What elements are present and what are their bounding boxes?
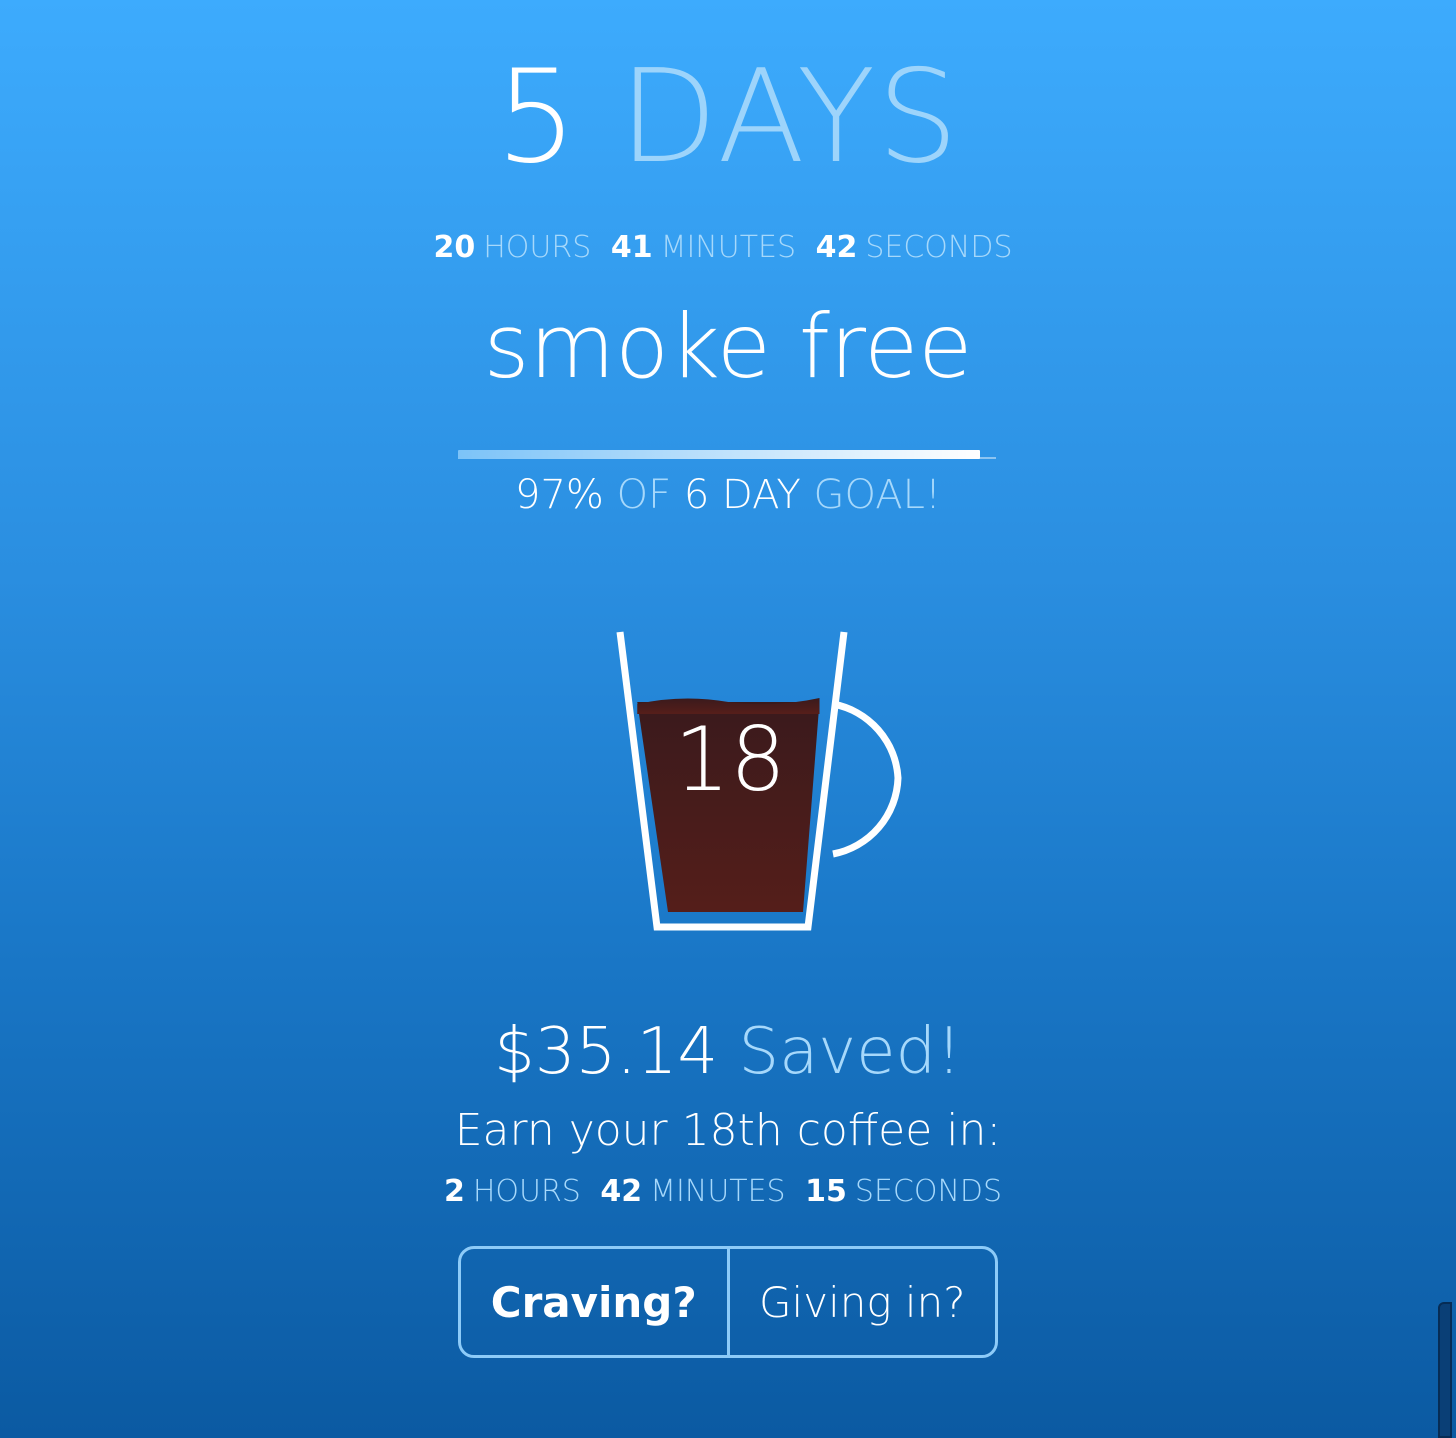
days-value: 5 bbox=[495, 43, 580, 192]
countdown-seconds-unit: SECONDS bbox=[854, 1174, 1003, 1209]
countdown-seconds-value: 15 bbox=[805, 1174, 847, 1209]
hours-value: 20 bbox=[433, 230, 476, 265]
scrollbar-thumb[interactable] bbox=[1438, 1302, 1452, 1438]
goal-suffix: GOAL! bbox=[813, 472, 941, 518]
giving-in-button[interactable]: Giving in? bbox=[730, 1249, 996, 1355]
savings-label: Saved! bbox=[738, 1015, 962, 1089]
action-button-group: Craving? Giving in? bbox=[458, 1246, 998, 1358]
savings-amount: $35.14 bbox=[494, 1015, 719, 1089]
seconds-unit: SECONDS bbox=[865, 230, 1013, 265]
minutes-value: 41 bbox=[610, 230, 653, 265]
seconds-value: 42 bbox=[815, 230, 858, 265]
countdown-hours-value: 2 bbox=[443, 1174, 465, 1209]
countdown-minutes-value: 42 bbox=[600, 1174, 643, 1209]
days-unit: DAYS bbox=[619, 43, 961, 192]
savings-line: $35.14 Saved! bbox=[0, 1012, 1456, 1092]
goal-target: 6 DAY bbox=[683, 472, 801, 518]
elapsed-time: 20 HOURS 41 MINUTES 42 SECONDS bbox=[0, 228, 1456, 268]
coffee-countdown: 2 HOURS 42 MINUTES 15 SECONDS bbox=[0, 1172, 1456, 1212]
goal-text: 97% OF 6 DAY GOAL! bbox=[0, 470, 1456, 520]
goal-percent: 97% bbox=[515, 472, 604, 518]
days-counter: 5 DAYS bbox=[0, 48, 1456, 188]
countdown-hours-unit: HOURS bbox=[472, 1174, 581, 1209]
countdown-minutes-unit: MINUTES bbox=[650, 1174, 786, 1209]
hours-unit: HOURS bbox=[483, 230, 592, 265]
goal-progress-bar bbox=[458, 450, 980, 459]
coffee-count: 18 bbox=[674, 708, 786, 811]
status-heading: smoke free bbox=[483, 295, 973, 398]
earn-coffee-text: Earn your 18th coffee in: bbox=[454, 1105, 1002, 1156]
goal-of: OF bbox=[616, 472, 672, 518]
minutes-unit: MINUTES bbox=[660, 230, 797, 265]
craving-button[interactable]: Craving? bbox=[461, 1249, 730, 1355]
